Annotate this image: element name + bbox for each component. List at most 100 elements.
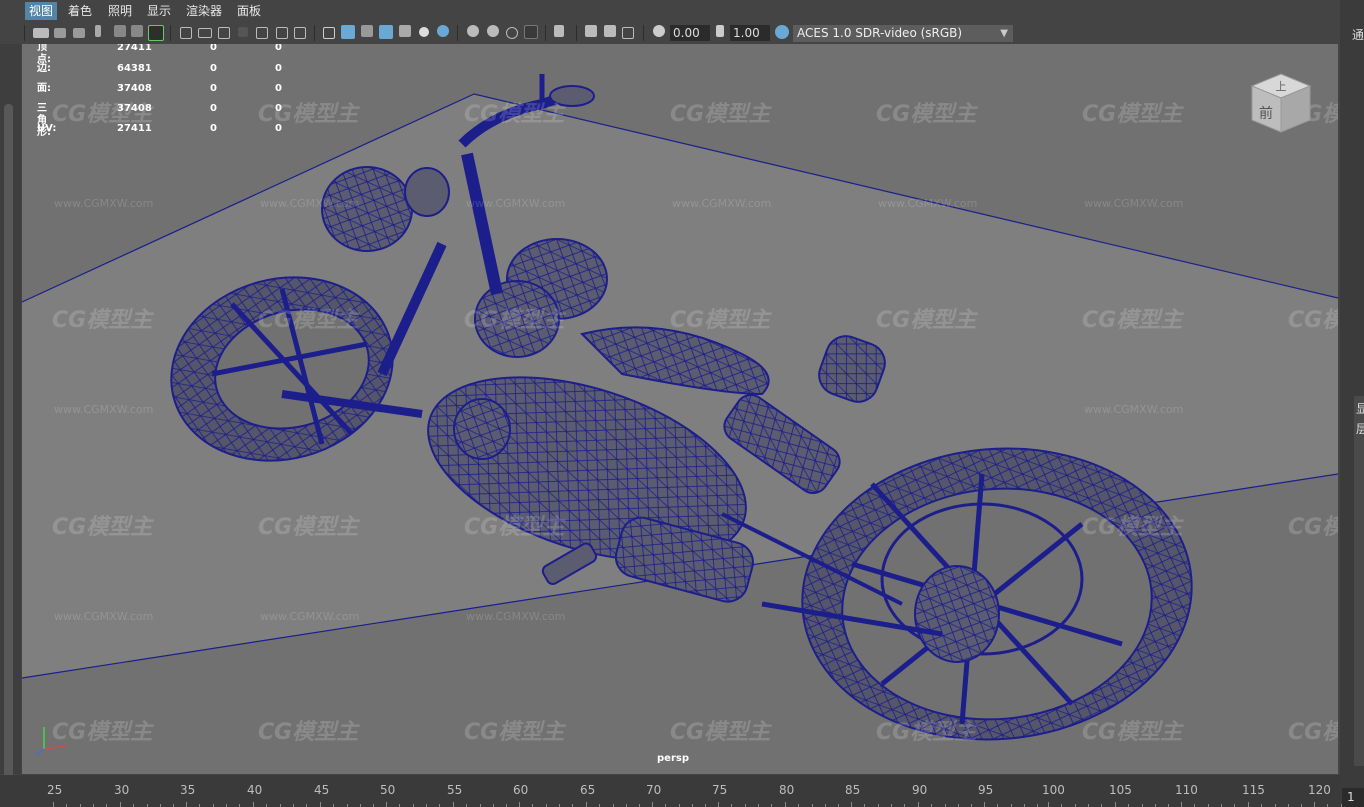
timeline-tick: [453, 802, 454, 807]
timeline-tick-label: 50: [380, 783, 396, 797]
watermark-logo: CG模型主: [258, 102, 359, 127]
hud-value: 0: [210, 83, 217, 94]
toolbar-divider: [643, 25, 644, 41]
viewcube[interactable]: 上 前: [1246, 70, 1316, 140]
watermark-logo: CG模型主: [258, 515, 359, 540]
left-scrollbar[interactable]: [4, 104, 13, 784]
timeline-tick: [386, 802, 387, 807]
screen-space-ao-icon[interactable]: [467, 25, 479, 37]
hud-label-edges: 边:: [37, 63, 51, 74]
toolbar-divider: [314, 25, 315, 41]
textured-icon[interactable]: [399, 25, 411, 37]
camera-attributes-icon[interactable]: [54, 28, 66, 38]
perspective-viewport[interactable]: CG模型主 CG模型主 CG模型主 CG模型主 CG模型主 CG模型主 CG模型…: [22, 44, 1338, 774]
timeline-tick: [1048, 802, 1049, 807]
colorspace-dropdown[interactable]: ACES 1.0 SDR-video (sRGB) ▼: [793, 25, 1013, 42]
watermark-logo: CG模型主: [1288, 720, 1338, 745]
timeline-tick-label: 85: [845, 783, 861, 797]
hud-text-icon[interactable]: [294, 27, 306, 39]
xray-joints-icon[interactable]: [604, 25, 616, 37]
viewcube-top-label[interactable]: 上: [1276, 80, 1287, 93]
timeline-tick-label: 55: [447, 783, 463, 797]
lock-camera-icon[interactable]: [114, 25, 126, 37]
default-material-icon[interactable]: [361, 25, 373, 37]
menu-shading[interactable]: 着色: [64, 2, 96, 20]
timeline-tick: [718, 802, 719, 807]
timeline-tick: [918, 802, 919, 807]
timeline-tick: [120, 802, 121, 807]
field-chart-icon[interactable]: [238, 27, 248, 37]
resolution-gate-icon[interactable]: [198, 28, 212, 38]
toolbar-divider: [170, 25, 171, 41]
hud-value: 0: [210, 63, 217, 74]
right-panel-label: 显: [1356, 402, 1364, 416]
timeline-tick: [1314, 802, 1315, 807]
toolbar-divider: [24, 25, 25, 41]
menu-view[interactable]: 视图: [25, 2, 58, 20]
shadow-icon[interactable]: [437, 25, 449, 37]
bookmark-camera-icon[interactable]: [73, 28, 85, 38]
watermark-logo: CG模型主: [464, 308, 565, 333]
viewcube-front-label[interactable]: 前: [1259, 105, 1273, 122]
exposure-icon[interactable]: [653, 25, 665, 37]
timeline-tick: [186, 802, 187, 807]
menu-renderer[interactable]: 渲染器: [182, 2, 226, 20]
smooth-shade-icon[interactable]: [341, 25, 355, 39]
timeline-tick-label: 115: [1242, 783, 1265, 797]
timeline-tick: [53, 802, 54, 807]
gamma-field[interactable]: 1.00: [730, 25, 770, 41]
watermark-logo: CG模型主: [464, 102, 565, 127]
safe-title-icon[interactable]: [276, 27, 288, 39]
timeline-tick-label: 70: [646, 783, 662, 797]
colorspace-icon[interactable]: [775, 25, 789, 39]
timeline-tick-label: 60: [513, 783, 529, 797]
timeline-tick-label: 40: [247, 783, 263, 797]
watermark-logo: CG模型主: [258, 308, 359, 333]
exposure-field[interactable]: 0.00: [670, 25, 710, 41]
timeline-tick-label: 30: [114, 783, 130, 797]
wireframe-icon[interactable]: [323, 27, 335, 39]
current-frame-field[interactable]: 1: [1342, 788, 1364, 807]
grid-icon[interactable]: [180, 27, 192, 39]
watermark-logo: CG模型主: [464, 515, 565, 540]
timeline-tick: [1115, 802, 1116, 807]
time-slider[interactable]: 25 30 35 40 45 50 55 60 65 70 75 80 85 9…: [0, 775, 1355, 807]
watermark-url: www.CGMXW.com: [878, 197, 978, 210]
hud-value: 27411: [117, 44, 152, 53]
watermark-logo: CG模型主: [1082, 515, 1183, 540]
xray-icon[interactable]: [585, 25, 597, 37]
image-plane-icon[interactable]: [95, 25, 101, 37]
xray-components-icon[interactable]: [622, 27, 634, 39]
right-scrollbar[interactable]: [1354, 396, 1364, 766]
safe-action-icon[interactable]: [256, 27, 268, 39]
watermark-url: www.CGMXW.com: [54, 403, 154, 416]
depth-of-field-icon[interactable]: [524, 25, 538, 39]
watermark-logo: CG模型主: [1288, 515, 1338, 540]
watermark-url: www.CGMXW.com: [1084, 197, 1184, 210]
motion-blur-icon[interactable]: [487, 25, 499, 37]
hud-value: 0: [275, 103, 282, 114]
gamma-icon[interactable]: [716, 25, 724, 37]
watermark-logo: CG模型主: [52, 515, 153, 540]
grease-pencil-icon[interactable]: [148, 25, 164, 41]
timeline-tick: [1181, 802, 1182, 807]
camera-icon[interactable]: [33, 28, 49, 38]
light-icon[interactable]: [419, 27, 429, 37]
anti-aliasing-icon[interactable]: [506, 27, 518, 39]
menu-show[interactable]: 显示: [143, 2, 175, 20]
menu-panels[interactable]: 面板: [233, 2, 265, 20]
film-gate-icon[interactable]: [131, 25, 143, 37]
watermark-logo: CG模型主: [464, 720, 565, 745]
wireframe-on-shaded-icon[interactable]: [379, 25, 393, 39]
camera-name-label: persp: [657, 753, 689, 764]
gate-mask-icon[interactable]: [218, 27, 230, 39]
timeline-tick: [785, 802, 786, 807]
isolate-icon[interactable]: [554, 25, 564, 37]
menu-lighting[interactable]: 照明: [104, 2, 136, 20]
timeline-tick-label: 105: [1109, 783, 1132, 797]
hud-value: 0: [210, 103, 217, 114]
hud-value: 0: [275, 63, 282, 74]
right-panel-tab[interactable]: 通: [1352, 26, 1364, 43]
timeline-tick-label: 65: [580, 783, 596, 797]
hud-label-uvs: UV:: [37, 123, 57, 134]
